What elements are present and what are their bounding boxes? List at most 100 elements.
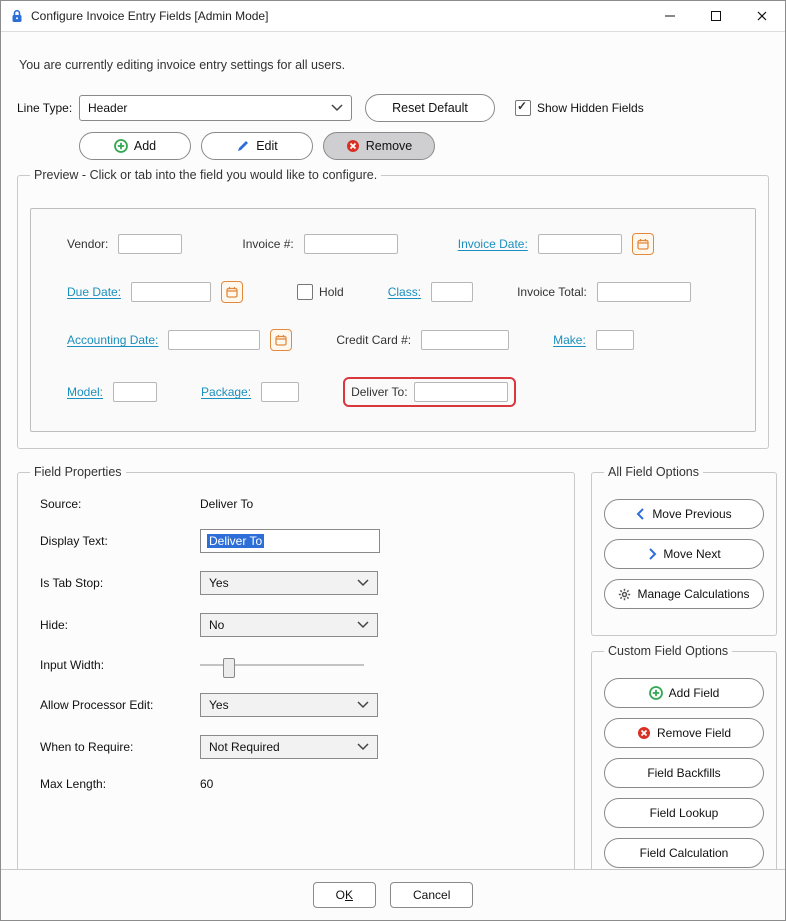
checkbox-icon (297, 284, 313, 300)
package-input[interactable] (261, 382, 299, 402)
class-input[interactable] (431, 282, 473, 302)
credit-card-num-input[interactable] (421, 330, 509, 350)
preview-fieldset: Preview - Click or tab into the field yo… (17, 168, 769, 449)
right-option-panels: All Field Options Move Previous Move Nex… (591, 457, 769, 869)
title-bar: Configure Invoice Entry Fields [Admin Mo… (1, 1, 785, 32)
lock-icon (9, 8, 25, 24)
all-field-options-legend: All Field Options (604, 465, 703, 479)
ok-button[interactable]: OK (313, 882, 376, 908)
fp-display-text-label: Display Text: (40, 534, 200, 548)
fp-max-length-label: Max Length: (40, 777, 200, 791)
field-properties-fieldset: Field Properties Source: Deliver To Disp… (17, 465, 575, 869)
calendar-icon (637, 238, 649, 250)
info-text: You are currently editing invoice entry … (19, 58, 769, 72)
dialog-footer: OK Cancel (1, 869, 785, 920)
slider-thumb[interactable] (223, 658, 235, 678)
chevron-down-icon (357, 618, 369, 632)
preview-legend: Preview - Click or tab into the field yo… (30, 168, 381, 182)
is-tab-stop-select[interactable]: Yes (200, 571, 378, 595)
deliver-to-label: Deliver To: (351, 385, 407, 399)
cancel-label: Cancel (413, 888, 450, 902)
due-date-input[interactable] (131, 282, 211, 302)
add-label: Add (134, 139, 156, 153)
input-width-slider[interactable] (200, 655, 364, 675)
accounting-date-link[interactable]: Accounting Date: (67, 333, 158, 347)
fp-input-width-row: Input Width: (40, 655, 562, 675)
calendar-icon (226, 286, 238, 298)
vendor-input[interactable] (118, 234, 182, 254)
x-circle-icon (637, 726, 651, 740)
fp-source-value: Deliver To (200, 497, 253, 511)
invoice-total-input[interactable] (597, 282, 691, 302)
invoice-date-link[interactable]: Invoice Date: (458, 237, 528, 251)
deliver-to-input[interactable] (414, 382, 508, 402)
add-button[interactable]: Add (79, 132, 191, 160)
field-lookup-label: Field Lookup (650, 806, 719, 820)
edit-button[interactable]: Edit (201, 132, 313, 160)
invoice-date-input[interactable] (538, 234, 622, 254)
reset-default-label: Reset Default (392, 101, 468, 115)
minimize-button[interactable] (647, 1, 693, 31)
make-input[interactable] (596, 330, 634, 350)
make-link[interactable]: Make: (553, 333, 586, 347)
invoice-date-calendar-button[interactable] (632, 233, 654, 255)
when-require-select[interactable]: Not Required (200, 735, 378, 759)
deliver-to-selected-field[interactable]: Deliver To: (343, 377, 515, 407)
when-require-value: Not Required (209, 740, 280, 754)
allow-processor-select[interactable]: Yes (200, 693, 378, 717)
ok-prefix: O (336, 888, 345, 902)
line-type-row: Line Type: Header Reset Default Show Hid… (17, 94, 769, 122)
class-link[interactable]: Class: (388, 285, 421, 299)
field-backfills-button[interactable]: Field Backfills (604, 758, 764, 788)
remove-button[interactable]: Remove (323, 132, 435, 160)
remove-label: Remove (366, 139, 413, 153)
remove-field-button[interactable]: Remove Field (604, 718, 764, 748)
fp-allow-processor-label: Allow Processor Edit: (40, 698, 200, 712)
gear-icon (618, 588, 631, 601)
fp-source-row: Source: Deliver To (40, 497, 562, 511)
display-text-input[interactable]: Deliver To (200, 529, 380, 553)
fp-is-tab-stop-row: Is Tab Stop: Yes (40, 571, 562, 595)
hold-checkbox[interactable]: Hold (297, 284, 344, 300)
model-link[interactable]: Model: (67, 385, 103, 399)
model-input[interactable] (113, 382, 157, 402)
field-lookup-button[interactable]: Field Lookup (604, 798, 764, 828)
vendor-label: Vendor: (67, 237, 108, 251)
due-date-calendar-button[interactable] (221, 281, 243, 303)
line-type-select[interactable]: Header (79, 95, 352, 121)
chevron-down-icon (331, 101, 343, 115)
add-field-button[interactable]: Add Field (604, 678, 764, 708)
calendar-icon (275, 334, 287, 346)
invoice-num-input[interactable] (304, 234, 398, 254)
fp-when-require-label: When to Require: (40, 740, 200, 754)
reset-default-button[interactable]: Reset Default (365, 94, 495, 122)
custom-field-options-fieldset: Custom Field Options Add Field Remove Fi… (591, 644, 777, 869)
package-link[interactable]: Package: (201, 385, 251, 399)
field-backfills-label: Field Backfills (647, 766, 720, 780)
accounting-date-input[interactable] (168, 330, 260, 350)
accounting-date-calendar-button[interactable] (270, 329, 292, 351)
hide-select[interactable]: No (200, 613, 378, 637)
field-properties-legend: Field Properties (30, 465, 126, 479)
fp-hide-row: Hide: No (40, 613, 562, 637)
edit-label: Edit (256, 139, 278, 153)
hold-label: Hold (319, 285, 344, 299)
chevron-down-icon (357, 698, 369, 712)
move-next-button[interactable]: Move Next (604, 539, 764, 569)
invoice-num-label: Invoice #: (242, 237, 293, 251)
invoice-total-label: Invoice Total: (517, 285, 587, 299)
chevron-left-icon (636, 508, 646, 520)
cancel-button[interactable]: Cancel (390, 882, 473, 908)
remove-field-label: Remove Field (657, 726, 731, 740)
maximize-button[interactable] (693, 1, 739, 31)
close-button[interactable] (739, 1, 785, 31)
due-date-link[interactable]: Due Date: (67, 285, 121, 299)
allow-processor-value: Yes (209, 698, 229, 712)
move-previous-button[interactable]: Move Previous (604, 499, 764, 529)
fp-when-require-row: When to Require: Not Required (40, 735, 562, 759)
show-hidden-fields-checkbox[interactable]: Show Hidden Fields (515, 100, 644, 116)
field-calculation-button[interactable]: Field Calculation (604, 838, 764, 868)
fp-display-text-row: Display Text: Deliver To (40, 529, 562, 553)
manage-calculations-button[interactable]: Manage Calculations (604, 579, 764, 609)
plus-circle-icon (114, 139, 128, 153)
